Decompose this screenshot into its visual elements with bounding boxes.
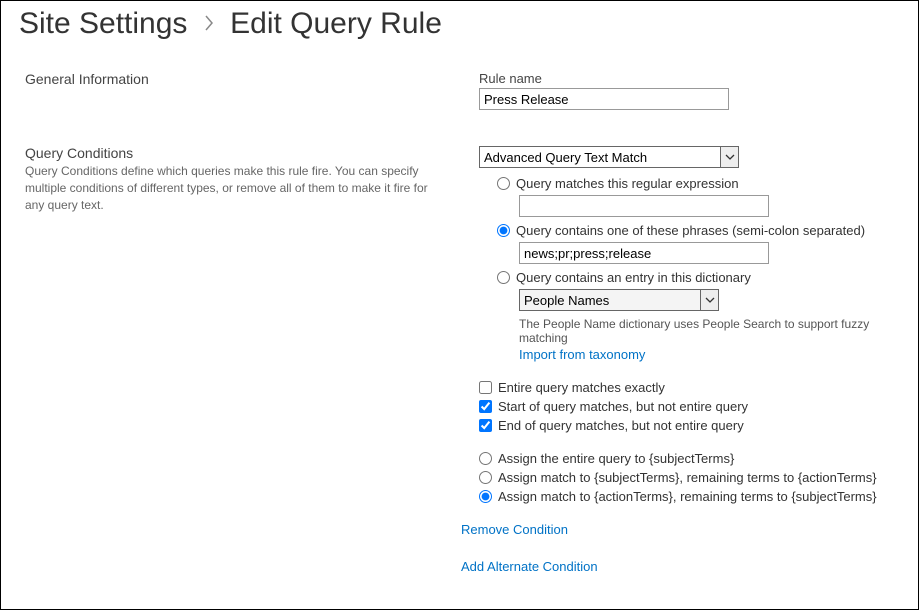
check-start[interactable]: Start of query matches, but not entire q… bbox=[479, 399, 900, 414]
query-conditions-heading: Query Conditions bbox=[25, 145, 459, 161]
assign-action[interactable]: Assign match to {actionTerms}, remaining… bbox=[479, 489, 900, 504]
dictionary-select[interactable] bbox=[519, 289, 719, 311]
check-entire[interactable]: Entire query matches exactly bbox=[479, 380, 900, 395]
check-end[interactable]: End of query matches, but not entire que… bbox=[479, 418, 900, 433]
assign-entire-label: Assign the entire query to {subjectTerms… bbox=[498, 451, 734, 466]
dictionary-select-wrap[interactable] bbox=[519, 289, 719, 311]
remove-condition-link[interactable]: Remove Condition bbox=[461, 522, 568, 537]
assign-entire-radio[interactable] bbox=[479, 452, 492, 465]
option-phrases-label: Query contains one of these phrases (sem… bbox=[516, 223, 865, 238]
option-dictionary[interactable]: Query contains an entry in this dictiona… bbox=[497, 270, 900, 285]
add-alternate-condition-link[interactable]: Add Alternate Condition bbox=[461, 559, 598, 574]
regex-input[interactable] bbox=[519, 195, 769, 217]
assign-subject[interactable]: Assign match to {subjectTerms}, remainin… bbox=[479, 470, 900, 485]
rule-name-label: Rule name bbox=[479, 71, 900, 86]
check-entire-box[interactable] bbox=[479, 381, 492, 394]
dictionary-note: The People Name dictionary uses People S… bbox=[519, 317, 900, 345]
check-start-box[interactable] bbox=[479, 400, 492, 413]
check-end-label: End of query matches, but not entire que… bbox=[498, 418, 744, 433]
breadcrumb-parent[interactable]: Site Settings bbox=[19, 7, 187, 40]
check-entire-label: Entire query matches exactly bbox=[498, 380, 665, 395]
breadcrumb: Site Settings Edit Query Rule bbox=[19, 7, 900, 41]
rule-name-input[interactable] bbox=[479, 88, 729, 110]
assign-action-label: Assign match to {actionTerms}, remaining… bbox=[498, 489, 877, 504]
chevron-right-icon bbox=[204, 15, 214, 31]
option-phrases-radio[interactable] bbox=[497, 224, 510, 237]
breadcrumb-current: Edit Query Rule bbox=[230, 7, 442, 40]
match-type-select-wrap[interactable] bbox=[479, 146, 739, 168]
check-start-label: Start of query matches, but not entire q… bbox=[498, 399, 748, 414]
option-phrases[interactable]: Query contains one of these phrases (sem… bbox=[497, 223, 900, 238]
query-conditions-description: Query Conditions define which queries ma… bbox=[25, 163, 445, 213]
option-regex-radio[interactable] bbox=[497, 177, 510, 190]
assign-action-radio[interactable] bbox=[479, 490, 492, 503]
assign-subject-radio[interactable] bbox=[479, 471, 492, 484]
assign-entire[interactable]: Assign the entire query to {subjectTerms… bbox=[479, 451, 900, 466]
assign-subject-label: Assign match to {subjectTerms}, remainin… bbox=[498, 470, 877, 485]
option-regex[interactable]: Query matches this regular expression bbox=[497, 176, 900, 191]
option-dictionary-radio[interactable] bbox=[497, 271, 510, 284]
import-taxonomy-link[interactable]: Import from taxonomy bbox=[519, 347, 645, 362]
option-dictionary-label: Query contains an entry in this dictiona… bbox=[516, 270, 751, 285]
phrases-input[interactable] bbox=[519, 242, 769, 264]
match-type-select[interactable] bbox=[479, 146, 739, 168]
general-info-heading: General Information bbox=[25, 71, 459, 87]
option-regex-label: Query matches this regular expression bbox=[516, 176, 739, 191]
check-end-box[interactable] bbox=[479, 419, 492, 432]
